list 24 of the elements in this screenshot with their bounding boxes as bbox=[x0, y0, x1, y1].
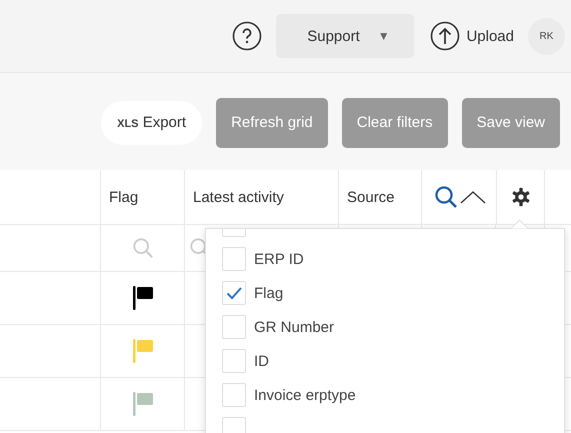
checkbox[interactable] bbox=[222, 247, 246, 271]
checkbox[interactable] bbox=[222, 383, 246, 407]
upload-button[interactable]: Upload bbox=[430, 21, 514, 51]
checkbox[interactable] bbox=[222, 349, 246, 373]
checkbox[interactable] bbox=[222, 281, 246, 305]
collapse-icon[interactable] bbox=[460, 190, 486, 204]
checkbox[interactable] bbox=[222, 315, 246, 339]
column-option-label[interactable]: ID bbox=[254, 352, 269, 370]
column-header[interactable]: Latest activity bbox=[185, 170, 339, 224]
column-header[interactable]: Source bbox=[339, 170, 422, 224]
filter-search-icon[interactable] bbox=[132, 237, 154, 259]
column-option-label[interactable]: GR Number bbox=[254, 318, 334, 336]
flag-icon[interactable] bbox=[130, 285, 154, 311]
column-header[interactable]: Flag bbox=[101, 170, 185, 224]
search-icon[interactable] bbox=[434, 185, 458, 209]
export-button[interactable]: XLS Export bbox=[101, 100, 202, 144]
support-dropdown[interactable]: Support ▼ bbox=[276, 14, 414, 58]
upload-icon bbox=[430, 21, 460, 51]
help-icon[interactable] bbox=[232, 21, 262, 51]
column-option-label[interactable]: Invoice erptype bbox=[254, 386, 356, 404]
column-option-label[interactable]: Flag bbox=[254, 284, 284, 302]
user-avatar[interactable]: RK bbox=[528, 18, 565, 54]
settings-icon[interactable] bbox=[510, 187, 530, 207]
column-option-label[interactable]: ERP ID bbox=[254, 250, 304, 268]
